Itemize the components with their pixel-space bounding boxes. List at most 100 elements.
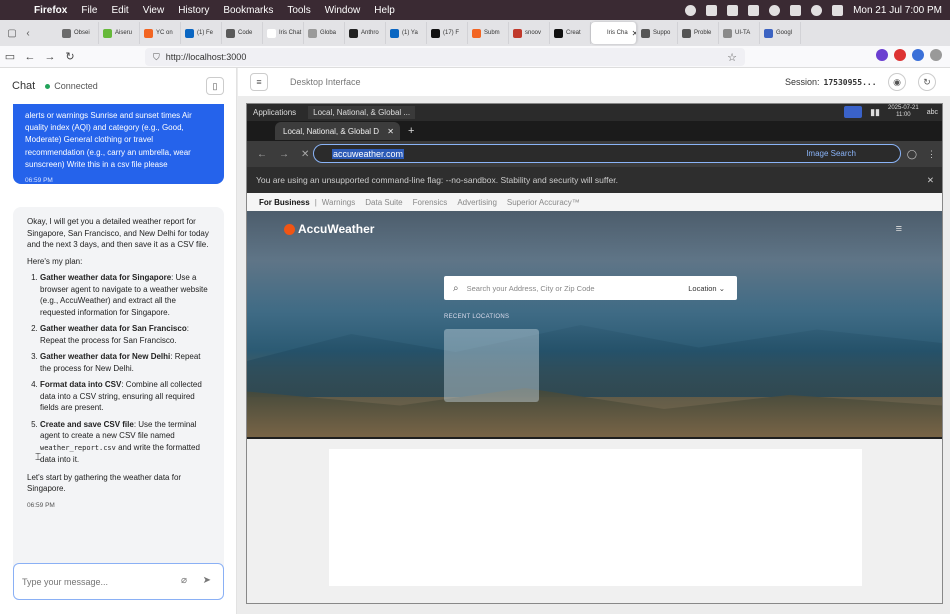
battery-icon[interactable] <box>790 4 802 16</box>
warnings-link[interactable]: Warnings <box>322 198 356 207</box>
desktop-title: Desktop Interface <box>290 77 361 87</box>
close-icon[interactable]: ✕ <box>927 175 934 186</box>
chrome-tab[interactable]: Local, National, & Global D ✕ <box>275 122 400 140</box>
volume-icon[interactable]: ▮▮ <box>870 107 880 118</box>
assistant-outro: Let's start by gathering the weather dat… <box>27 472 182 494</box>
browser-tab[interactable]: Aiseru <box>99 22 140 44</box>
account-icon[interactable] <box>912 49 924 61</box>
browser-tab[interactable]: Globa <box>304 22 345 44</box>
search-icon[interactable] <box>811 4 823 16</box>
forward-icon[interactable]: → <box>279 149 289 160</box>
omnibox-url[interactable]: accuweather.com <box>332 148 405 159</box>
tab-active[interactable]: Iris Cha✕ <box>591 22 637 44</box>
search-placeholder[interactable]: Search your Address, City or Zip Code <box>467 284 595 293</box>
shield-icon[interactable]: ⛉ <box>153 52 160 63</box>
cloud-icon[interactable] <box>706 4 718 16</box>
back-icon[interactable]: ← <box>20 51 40 63</box>
browser-tab[interactable]: Creat <box>550 22 591 44</box>
close-icon[interactable]: ✕ <box>387 127 394 136</box>
hamburger-icon[interactable]: ≡ <box>896 223 902 235</box>
refresh-button[interactable]: ↻ <box>918 73 936 91</box>
browser-tab[interactable]: Anthro <box>345 22 386 44</box>
message-input[interactable] <box>22 576 162 587</box>
favicon-icon <box>513 28 522 38</box>
record-button[interactable]: ◉ <box>888 73 906 91</box>
browser-tab[interactable]: Proble <box>678 22 719 44</box>
browser-tab[interactable]: snoov <box>509 22 550 44</box>
user-name[interactable]: abc <box>927 109 938 116</box>
browser-tab[interactable]: Iris Chat <box>263 22 304 44</box>
url-bar[interactable]: ⛉ http://localhost:3000 ☆ <box>145 48 745 66</box>
browser-tab[interactable]: Googl <box>760 22 801 44</box>
menu-icon[interactable] <box>930 49 942 61</box>
browser-tab[interactable]: YC on <box>140 22 181 44</box>
image-search-button[interactable]: Image Search <box>806 149 856 158</box>
send-icon[interactable]: ➤ <box>203 575 211 586</box>
remote-desktop[interactable]: Applications Local, National, & Global .… <box>246 103 943 604</box>
menu-view[interactable]: View <box>143 5 165 16</box>
forensics-link[interactable]: Forensics <box>413 198 448 207</box>
mac-menubar: Firefox File Edit View History Bookmarks… <box>0 0 950 20</box>
reload-icon[interactable]: ↻ <box>60 50 80 63</box>
tab-scroll-left-icon[interactable]: ‹ <box>22 27 34 39</box>
tab-label: Subm <box>484 30 500 36</box>
browser-tab[interactable]: Obsei <box>58 22 99 44</box>
browser-tab[interactable]: (1) Ya <box>386 22 427 44</box>
omnibox[interactable]: accuweather.com Image Search <box>313 144 901 163</box>
superior-accuracy-link[interactable]: Superior Accuracy™ <box>507 198 580 207</box>
extension-icon[interactable] <box>894 49 906 61</box>
extension-icon[interactable] <box>876 49 888 61</box>
recent-location-card[interactable] <box>444 329 539 402</box>
accuweather-logo[interactable]: AccuWeather <box>284 222 374 236</box>
new-tab-icon[interactable]: + <box>408 125 414 137</box>
applications-menu[interactable]: Applications <box>253 108 296 117</box>
sidebar-toggle-icon[interactable]: ▭ <box>0 50 20 63</box>
location-button[interactable]: Location ⌄ <box>688 284 725 293</box>
tab-label: Anthro <box>361 30 379 36</box>
back-icon[interactable]: ← <box>257 149 267 160</box>
browser-tab[interactable]: (17) F <box>427 22 468 44</box>
favicon-icon <box>185 28 194 38</box>
taskbar-window[interactable]: Local, National, & Global ... <box>308 106 416 119</box>
bookmark-star-icon[interactable]: ☆ <box>727 51 737 64</box>
favicon-icon <box>349 28 358 38</box>
browser-tab[interactable]: Code <box>222 22 263 44</box>
menu-window[interactable]: Window <box>325 5 361 16</box>
profile-icon[interactable]: ◯ <box>907 149 917 160</box>
menubar-clock[interactable]: Mon 21 Jul 7:00 PM <box>853 5 942 16</box>
paperclip-icon[interactable]: ⌀ <box>181 575 187 586</box>
browser-tab[interactable]: UI-TA <box>719 22 760 44</box>
keyboard-icon[interactable] <box>727 4 739 16</box>
chat-input-box[interactable]: ⌀ ➤ <box>13 563 224 600</box>
data-suite-link[interactable]: Data Suite <box>365 198 402 207</box>
tab-overview-icon[interactable]: ▢ <box>6 27 18 39</box>
hamburger-button[interactable]: ≡ <box>250 73 268 91</box>
recent-locations-label: RECENT LOCATIONS <box>444 314 510 320</box>
advertising-link[interactable]: Advertising <box>457 198 497 207</box>
browser-tab[interactable]: Subm <box>468 22 509 44</box>
control-center-icon[interactable] <box>832 4 844 16</box>
location-search[interactable]: ⌕ Search your Address, City or Zip Code … <box>444 276 737 300</box>
browser-tab[interactable]: (1) Fe <box>181 22 222 44</box>
font-icon[interactable] <box>748 4 760 16</box>
for-business-link[interactable]: For Business <box>259 198 310 207</box>
app-menu[interactable]: Firefox <box>34 5 67 16</box>
favicon-icon <box>62 28 71 38</box>
wifi-icon[interactable] <box>769 4 781 16</box>
menu-edit[interactable]: Edit <box>111 5 128 16</box>
menu-tools[interactable]: Tools <box>287 5 310 16</box>
stop-icon[interactable]: ✕ <box>301 149 311 160</box>
menu-history[interactable]: History <box>178 5 209 16</box>
workspace-icon[interactable] <box>844 106 863 118</box>
browser-tab[interactable]: Suppo <box>637 22 678 44</box>
menu-file[interactable]: File <box>81 5 97 16</box>
kebab-menu-icon[interactable]: ⋮ <box>927 149 936 160</box>
menu-help[interactable]: Help <box>374 5 395 16</box>
panel-toggle-button[interactable]: ▯ <box>206 77 224 95</box>
tray-clock: 2025-07-21 11:00 <box>888 105 919 118</box>
forward-icon[interactable]: → <box>40 51 60 63</box>
message-time: 06:59 PM <box>27 501 55 509</box>
tab-label: snoov <box>525 30 542 36</box>
record-icon[interactable] <box>685 4 697 16</box>
menu-bookmarks[interactable]: Bookmarks <box>223 5 273 16</box>
